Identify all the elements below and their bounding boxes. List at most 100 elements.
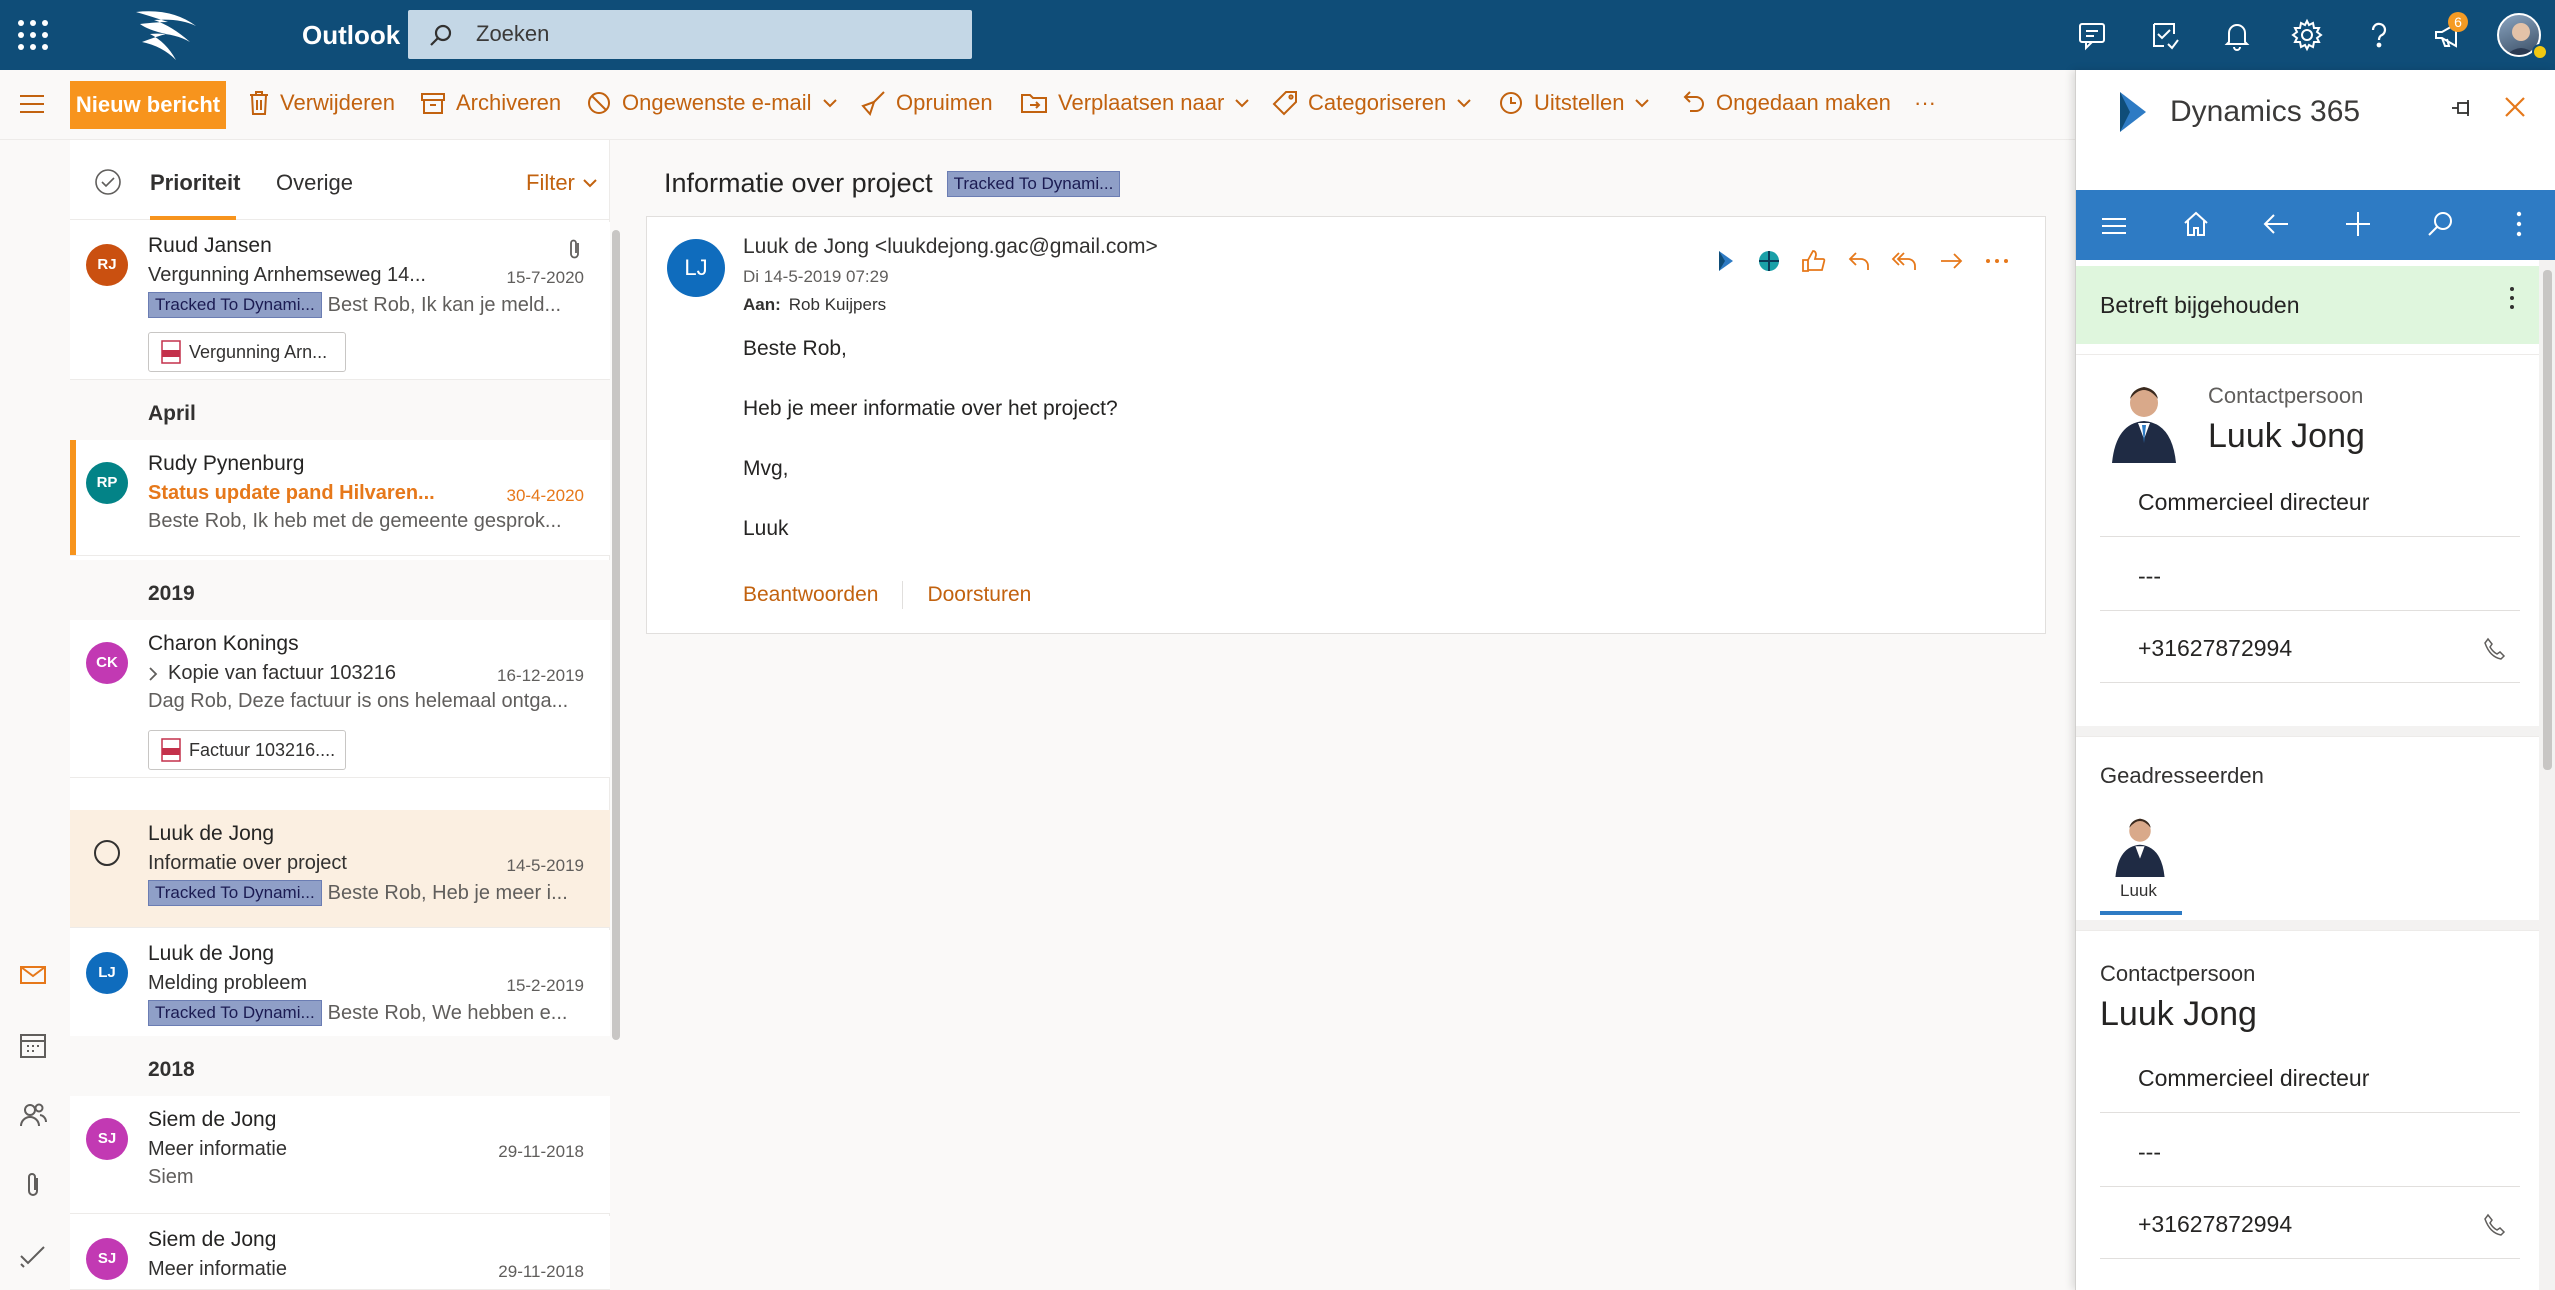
more-commands-button[interactable]: ···	[1914, 90, 1936, 116]
todo-check-icon[interactable]	[18, 1240, 48, 1270]
clock-icon	[1500, 92, 1522, 114]
attachment-name: Factuur 103216....	[189, 739, 336, 760]
forward-icon[interactable]	[1939, 250, 1965, 272]
categorize-label: Categoriseren	[1308, 90, 1447, 115]
search-box[interactable]	[408, 10, 972, 59]
list-item[interactable]: RJ Ruud Jansen Vergunning Arnhemseweg 14…	[70, 222, 610, 380]
recipient-line: Aan: Rob Kuijpers	[743, 295, 886, 315]
message-subject: Informatie over project Tracked To Dynam…	[664, 168, 1126, 199]
message-list-scrollbar[interactable]	[612, 230, 620, 1040]
hamburger-menu-icon[interactable]	[18, 92, 46, 116]
select-all-icon[interactable]	[94, 168, 122, 196]
section-header: April	[70, 380, 610, 440]
phone-field[interactable]: +31627872994	[2100, 1187, 2520, 1259]
add-icon[interactable]	[2344, 210, 2372, 238]
search-icon[interactable]	[2426, 210, 2454, 238]
reply-button[interactable]: Beantwoorden	[743, 583, 878, 607]
forward-button[interactable]: Doorsturen	[927, 583, 1031, 607]
empty-field: ---	[2100, 1115, 2520, 1187]
calendar-icon[interactable]	[18, 1030, 48, 1060]
list-item[interactable]: CK Charon Konings Kopie van factuur 1032…	[70, 620, 610, 778]
more-label: ···	[1914, 90, 1936, 115]
mail-icon[interactable]	[18, 960, 48, 990]
contact-card[interactable]: Contactpersoon Luuk Jong Commercieel dir…	[2076, 930, 2539, 1290]
attachment-chip[interactable]: Factuur 103216....	[148, 730, 346, 770]
undo-button[interactable]: Ongedaan maken	[1682, 90, 1891, 116]
search-input[interactable]	[476, 18, 956, 50]
dynamics-icon[interactable]	[1715, 249, 1737, 273]
junk-button[interactable]: Ongewenste e-mail	[586, 90, 838, 116]
phone-field[interactable]: +31627872994	[2100, 611, 2520, 683]
avatar: RP	[86, 462, 128, 504]
contact-name[interactable]: Luuk Jong	[2208, 417, 2365, 456]
todo-icon[interactable]	[2148, 18, 2182, 52]
subject: Meer informatie	[148, 1258, 287, 1280]
home-icon[interactable]	[2182, 210, 2210, 238]
addin-globe-icon[interactable]	[1757, 249, 1781, 273]
help-icon[interactable]	[2362, 18, 2396, 52]
recipient-photo[interactable]	[2110, 811, 2170, 877]
recipient[interactable]: Rob Kuijpers	[789, 295, 886, 314]
contact-name[interactable]: Luuk Jong	[2100, 995, 2257, 1034]
message-list: Prioriteit Overige Filter RJ Ruud Jansen…	[70, 140, 610, 1290]
list-item[interactable]: SJ Siem de Jong Meer informatie 29-11-20…	[70, 1216, 610, 1290]
attachment-chip[interactable]: Vergunning Arn...	[148, 332, 346, 372]
like-icon[interactable]	[1801, 249, 1827, 273]
message-actions	[1715, 249, 2009, 273]
date: 29-11-2018	[498, 1262, 584, 1281]
dynamics-scrollbar[interactable]	[2539, 260, 2555, 1290]
folder-move-icon	[1021, 94, 1047, 113]
list-item[interactable]: Luuk de Jong Informatie over project 14-…	[70, 810, 610, 928]
reading-pane: Informatie over project Tracked To Dynam…	[620, 140, 2075, 1290]
date: 14-5-2019	[506, 856, 584, 875]
broom-icon	[861, 91, 885, 116]
dynamics-pane: Dynamics 365 Betreft bijgehouden Contact…	[2075, 70, 2555, 1290]
reply-all-icon[interactable]	[1891, 250, 1919, 272]
tab-focused[interactable]: Prioriteit	[150, 170, 240, 196]
gear-icon[interactable]	[2290, 18, 2324, 52]
contact-card[interactable]: Contactpersoon Luuk Jong Commercieel dir…	[2076, 354, 2539, 724]
tab-other[interactable]: Overige	[276, 170, 353, 196]
phone-icon[interactable]	[2482, 1213, 2506, 1237]
app-launcher-icon[interactable]	[16, 18, 50, 52]
categorize-button[interactable]: Categoriseren	[1272, 90, 1472, 116]
list-item[interactable]: RP Rudy Pynenburg Status update pand Hil…	[70, 440, 610, 556]
section-header: 2018	[70, 1036, 610, 1096]
dynamics-logo-icon	[2120, 92, 2146, 132]
recipient-name: Luuk	[2120, 881, 2157, 900]
new-message-button[interactable]: Nieuw bericht	[70, 81, 226, 129]
snooze-button[interactable]: Uitstellen	[1498, 90, 1650, 116]
delete-button[interactable]: Verwijderen	[248, 90, 395, 116]
filter-button[interactable]: Filter	[526, 170, 597, 196]
body-line: Mvg,	[743, 457, 789, 480]
body-line: Luuk	[743, 517, 789, 540]
recipients-card: Geadresseerden Luuk	[2076, 736, 2539, 918]
paperclip-icon[interactable]	[18, 1170, 48, 1200]
chevron-right-icon[interactable]	[148, 666, 158, 682]
back-arrow-icon[interactable]	[2262, 210, 2290, 238]
contact-type-label: Contactpersoon	[2208, 383, 2364, 408]
hamburger-menu-icon[interactable]	[2100, 216, 2128, 236]
preview: Tracked To Dynami... Beste Rob, We hebbe…	[148, 1000, 567, 1026]
section-divider	[2076, 726, 2539, 736]
preview-text: Dag Rob, Deze factuur is ons helemaal on…	[148, 690, 569, 712]
select-radio[interactable]	[94, 840, 120, 866]
reply-icon[interactable]	[1847, 250, 1871, 272]
chevron-down-icon	[1457, 99, 1471, 108]
close-icon[interactable]	[2504, 96, 2526, 118]
bell-icon[interactable]	[2220, 18, 2254, 52]
more-actions-icon[interactable]	[1985, 258, 2009, 264]
teams-chat-icon[interactable]	[2076, 18, 2110, 52]
sender-address[interactable]: Luuk de Jong <luukdejong.gac@gmail.com>	[743, 235, 1158, 259]
sweep-button[interactable]: Opruimen	[860, 90, 993, 116]
list-item[interactable]: SJ Siem de Jong Meer informatie 29-11-20…	[70, 1096, 610, 1214]
more-vertical-icon[interactable]	[2516, 210, 2522, 238]
people-icon[interactable]	[18, 1100, 48, 1130]
phone-icon[interactable]	[2482, 637, 2506, 661]
archive-button[interactable]: Archiveren	[420, 90, 561, 116]
pin-icon[interactable]	[2450, 98, 2474, 118]
list-item[interactable]: LJ Luuk de Jong Melding probleem 15-2-20…	[70, 930, 610, 1048]
move-to-button[interactable]: Verplaatsen naar	[1020, 90, 1250, 116]
active-tab-indicator	[150, 216, 236, 220]
more-vertical-icon[interactable]	[2509, 286, 2515, 310]
